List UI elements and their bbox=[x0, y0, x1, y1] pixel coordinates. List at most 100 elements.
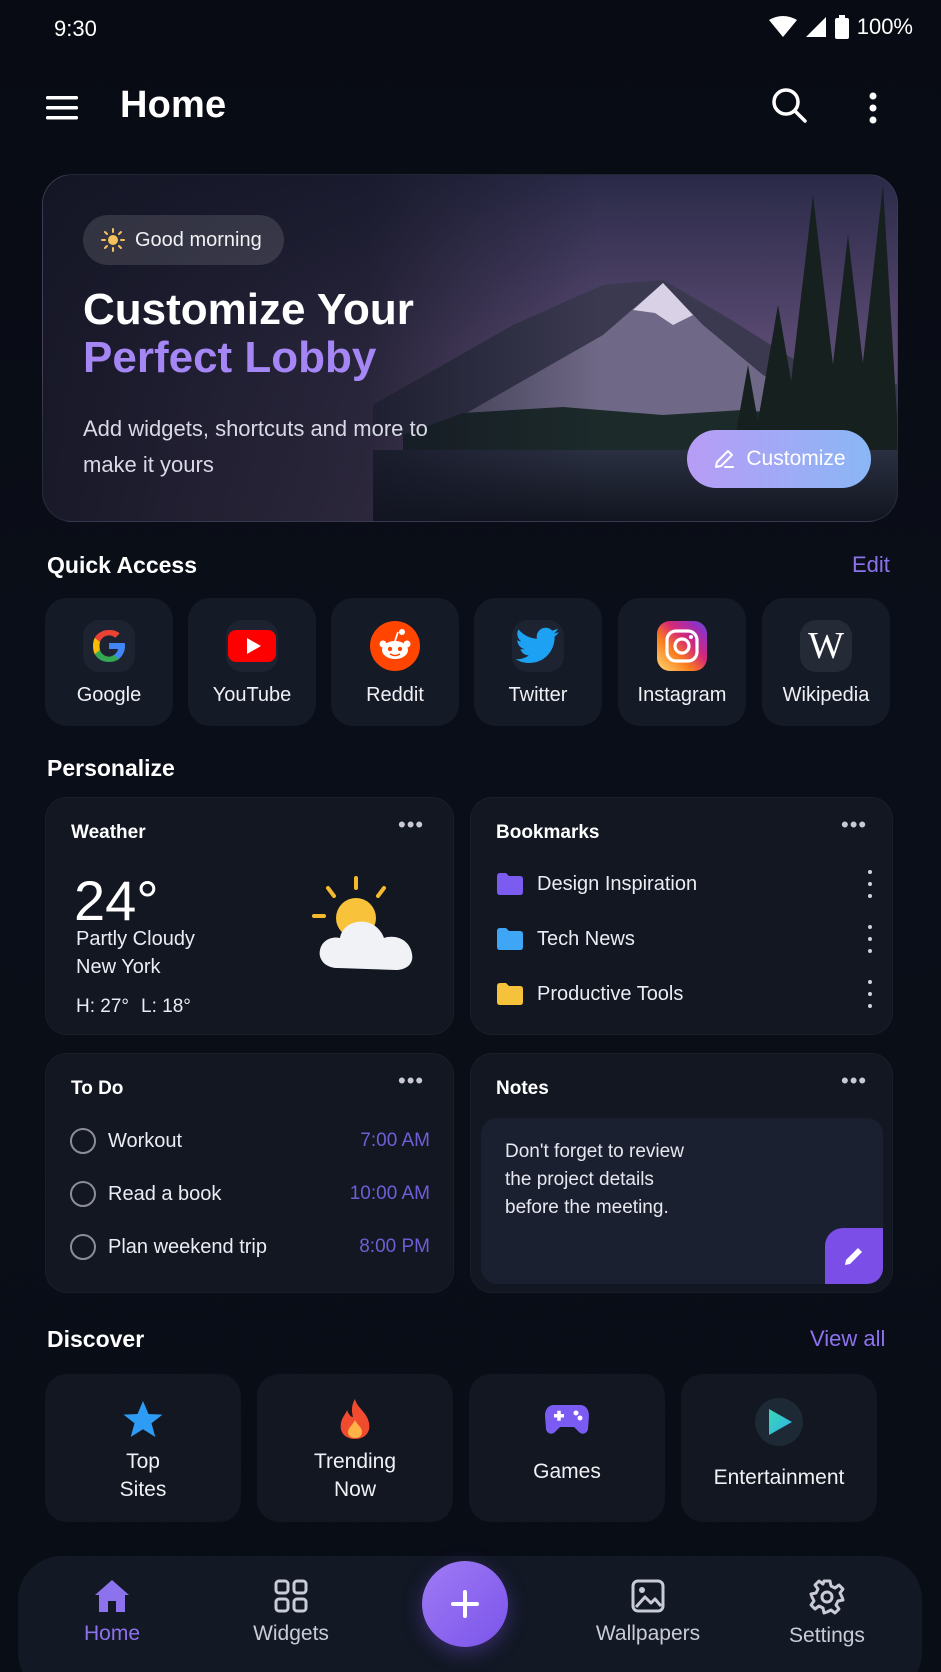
weather-more-button[interactable]: ••• bbox=[398, 812, 424, 838]
google-icon bbox=[83, 620, 135, 672]
nav-label: Settings bbox=[789, 1624, 865, 1647]
nav-label: Home bbox=[83, 1622, 141, 1645]
bookmark-label: Productive Tools bbox=[537, 982, 684, 1005]
discover-title: Discover bbox=[47, 1326, 145, 1352]
reddit-icon bbox=[369, 620, 421, 672]
greeting-text: Good morning bbox=[135, 228, 262, 251]
todo-checkbox[interactable] bbox=[70, 1181, 96, 1207]
discover-top-sites[interactable]: Top Sites bbox=[45, 1374, 241, 1522]
quick-access-wikipedia[interactable]: W Wikipedia bbox=[762, 598, 890, 726]
notes-widget[interactable]: Notes ••• Don't forget to review the pro… bbox=[470, 1053, 893, 1293]
todo-checkbox[interactable] bbox=[70, 1234, 96, 1260]
search-button[interactable] bbox=[768, 84, 812, 128]
add-fab-button[interactable] bbox=[422, 1561, 508, 1647]
weather-widget[interactable]: Weather ••• 24° Partly Cloudy New York H… bbox=[45, 797, 454, 1035]
home-icon bbox=[95, 1580, 129, 1612]
nav-settings[interactable]: Settings bbox=[774, 1578, 880, 1648]
pencil-icon bbox=[845, 1248, 862, 1265]
bookmarks-widget[interactable]: Bookmarks ••• Design Inspiration Tech Ne… bbox=[470, 797, 893, 1035]
quick-access-instagram[interactable]: Instagram bbox=[618, 598, 746, 726]
customize-label: Customize bbox=[746, 447, 846, 470]
signal-icon bbox=[805, 17, 826, 37]
todo-time: 8:00 PM bbox=[359, 1236, 430, 1257]
hero-subtitle: Add widgets, shortcuts and more to make … bbox=[83, 416, 428, 477]
quick-access-edit-link[interactable]: Edit bbox=[852, 552, 890, 578]
todo-item[interactable]: Read a book 10:00 AM bbox=[70, 1181, 430, 1207]
note-text-line: before the meeting. bbox=[505, 1197, 669, 1218]
quick-access-label: Google bbox=[76, 684, 142, 706]
weather-title: Weather bbox=[71, 822, 146, 843]
quick-access-reddit[interactable]: Reddit bbox=[331, 598, 459, 726]
todo-label: Plan weekend trip bbox=[108, 1235, 267, 1258]
bookmarks-title: Bookmarks bbox=[496, 822, 600, 843]
widgets-grid-icon bbox=[274, 1579, 308, 1613]
quick-access-title: Quick Access bbox=[47, 552, 198, 578]
todo-item[interactable]: Plan weekend trip 8:00 PM bbox=[70, 1234, 430, 1260]
quick-access-label: Instagram bbox=[637, 684, 727, 706]
folder-icon bbox=[497, 873, 523, 895]
quick-access-label: Wikipedia bbox=[782, 684, 870, 706]
quick-access-youtube[interactable]: YouTube bbox=[188, 598, 316, 726]
page-title: Home bbox=[120, 84, 227, 126]
nav-wallpapers[interactable]: Wallpapers bbox=[588, 1578, 708, 1646]
folder-icon bbox=[497, 983, 523, 1005]
notes-more-button[interactable]: ••• bbox=[841, 1068, 867, 1094]
discover-label: Games bbox=[533, 1460, 601, 1483]
bookmark-more-button[interactable] bbox=[863, 925, 877, 953]
discover-games[interactable]: Games bbox=[469, 1374, 665, 1522]
todo-more-button[interactable]: ••• bbox=[398, 1068, 424, 1094]
weather-temperature: 24° bbox=[74, 869, 159, 932]
quick-access-google[interactable]: Google bbox=[45, 598, 173, 726]
nav-label: Widgets bbox=[253, 1622, 329, 1645]
bookmarks-more-button[interactable]: ••• bbox=[841, 812, 867, 838]
bookmark-label: Tech News bbox=[537, 927, 635, 950]
more-options-button[interactable] bbox=[858, 88, 888, 128]
note-content[interactable]: Don't forget to review the project detai… bbox=[481, 1118, 883, 1284]
nav-widgets[interactable]: Widgets bbox=[241, 1578, 341, 1646]
quick-access-label: YouTube bbox=[212, 684, 292, 706]
sun-icon bbox=[101, 228, 125, 252]
play-icon bbox=[755, 1398, 803, 1446]
edit-note-button[interactable] bbox=[825, 1228, 883, 1284]
personalize-title: Personalize bbox=[47, 755, 175, 781]
todo-time: 10:00 AM bbox=[349, 1183, 430, 1204]
pencil-icon bbox=[715, 450, 735, 468]
discover-label: Trending bbox=[313, 1450, 397, 1473]
battery-icon bbox=[834, 15, 849, 39]
customize-button[interactable]: Customize bbox=[687, 430, 871, 488]
todo-checkbox[interactable] bbox=[70, 1128, 96, 1154]
bookmark-more-button[interactable] bbox=[863, 870, 877, 898]
search-icon bbox=[772, 88, 807, 123]
battery-percent: 100% bbox=[856, 14, 913, 39]
todo-label: Workout bbox=[108, 1129, 183, 1152]
todo-widget[interactable]: To Do ••• Workout 7:00 AM Read a book 10… bbox=[45, 1053, 454, 1293]
bookmark-item[interactable]: Tech News bbox=[497, 925, 877, 953]
hamburger-icon bbox=[46, 96, 78, 120]
todo-title: To Do bbox=[71, 1078, 124, 1099]
discover-view-all-link[interactable]: View all bbox=[810, 1326, 885, 1352]
folder-icon bbox=[497, 928, 523, 950]
bookmark-more-button[interactable] bbox=[863, 980, 877, 1008]
quick-access-twitter[interactable]: Twitter bbox=[474, 598, 602, 726]
discover-entertainment[interactable]: Entertainment bbox=[681, 1374, 877, 1522]
fire-icon bbox=[340, 1399, 370, 1439]
gear-icon bbox=[809, 1579, 845, 1615]
weather-high: H: 27° bbox=[76, 996, 130, 1017]
status-time: 9:30 bbox=[54, 16, 97, 41]
nav-home[interactable]: Home bbox=[72, 1578, 152, 1646]
menu-button[interactable] bbox=[44, 88, 84, 128]
bookmark-item[interactable]: Productive Tools bbox=[497, 980, 877, 1008]
todo-time: 7:00 AM bbox=[360, 1130, 430, 1151]
gamepad-icon bbox=[545, 1405, 589, 1434]
weather-condition: Partly Cloudy bbox=[76, 928, 195, 950]
note-text-line: the project details bbox=[505, 1169, 654, 1190]
image-icon bbox=[631, 1579, 665, 1613]
bookmark-item[interactable]: Design Inspiration bbox=[497, 870, 877, 898]
youtube-icon bbox=[226, 620, 278, 672]
todo-item[interactable]: Workout 7:00 AM bbox=[70, 1128, 430, 1154]
more-vert-icon bbox=[869, 92, 877, 124]
discover-trending-now[interactable]: Trending Now bbox=[257, 1374, 453, 1522]
quick-access-label: Twitter bbox=[508, 684, 568, 706]
plus-icon bbox=[451, 1590, 479, 1618]
note-text-line: Don't forget to review bbox=[505, 1141, 684, 1162]
